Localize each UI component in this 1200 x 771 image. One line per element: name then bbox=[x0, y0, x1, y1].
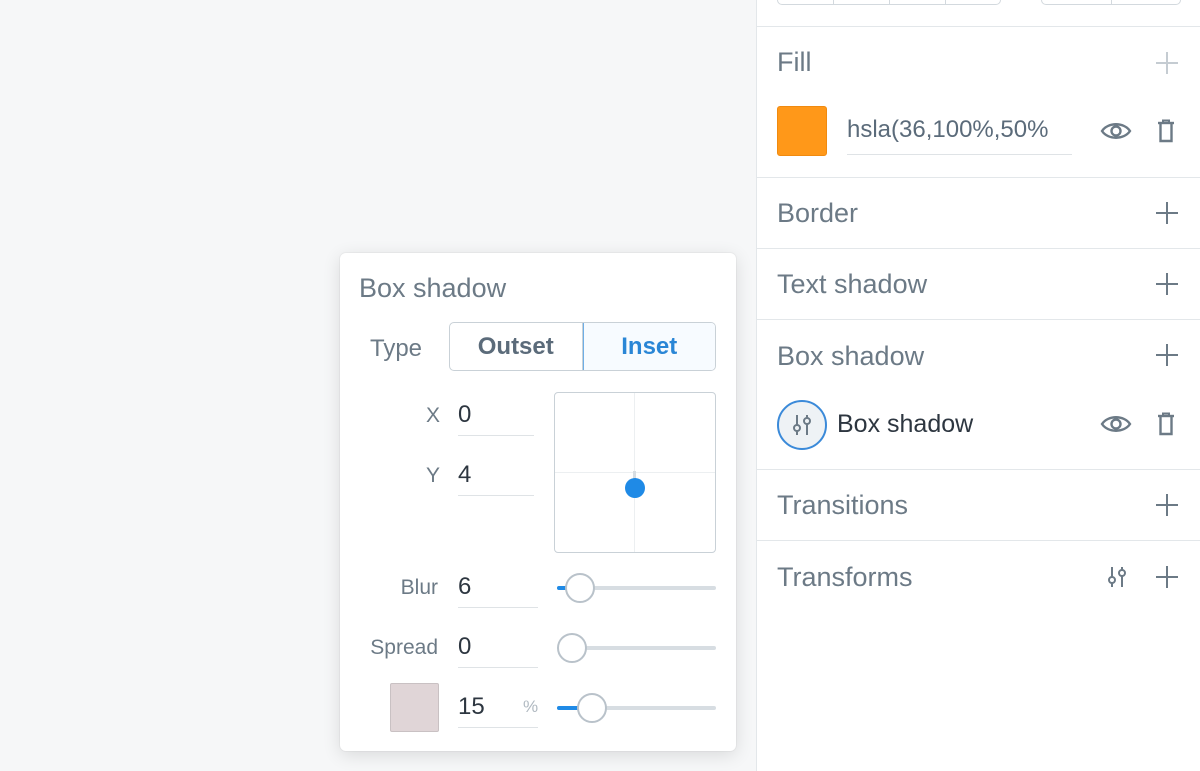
blur-slider[interactable] bbox=[557, 573, 716, 603]
offset-handle[interactable] bbox=[625, 478, 645, 498]
size-segment-control[interactable] bbox=[1041, 0, 1181, 5]
box-shadow-section: Box shadow bbox=[757, 320, 1200, 470]
offset-position-pad[interactable] bbox=[554, 392, 716, 553]
x-label: X bbox=[425, 404, 440, 427]
blur-slider-thumb[interactable] bbox=[565, 573, 595, 603]
add-box-shadow-icon[interactable] bbox=[1155, 343, 1179, 367]
sliders-icon bbox=[793, 415, 811, 435]
type-label: Type bbox=[370, 335, 423, 362]
box-shadow-item-label[interactable]: Box shadow bbox=[837, 410, 973, 439]
spread-slider-thumb[interactable] bbox=[557, 633, 587, 663]
shadow-type-toggle: Outset Inset bbox=[449, 322, 716, 371]
y-label: Y bbox=[425, 464, 440, 487]
box-shadow-visibility-eye-icon[interactable] bbox=[1099, 410, 1133, 438]
top-controls-strip bbox=[757, 0, 1200, 27]
box-shadow-section-title: Box shadow bbox=[777, 341, 925, 371]
transforms-settings-sliders-icon[interactable] bbox=[1100, 563, 1134, 591]
border-section-title: Border bbox=[777, 198, 859, 228]
x-offset-input[interactable]: 0 bbox=[458, 396, 534, 436]
border-section: Border bbox=[757, 178, 1200, 249]
box-shadow-popover: Box shadow Type Outset Inset X 0 Y 4 Blu… bbox=[340, 253, 736, 751]
blur-input[interactable]: 6 bbox=[458, 568, 538, 608]
popover-title: Box shadow bbox=[359, 273, 507, 303]
opacity-slider[interactable] bbox=[557, 693, 716, 723]
box-shadow-delete-trash-icon[interactable] bbox=[1149, 410, 1183, 438]
add-transition-icon[interactable] bbox=[1155, 493, 1179, 517]
transitions-section-title: Transitions bbox=[777, 490, 909, 520]
fill-delete-trash-icon[interactable] bbox=[1149, 117, 1183, 145]
add-fill-icon[interactable] bbox=[1155, 51, 1179, 75]
add-transform-icon[interactable] bbox=[1155, 565, 1179, 589]
transforms-section-title: Transforms bbox=[777, 562, 913, 592]
shadow-color-swatch[interactable] bbox=[390, 683, 439, 732]
inspector-panel: Fill hsla(36,100%,50% Border Text shadow… bbox=[756, 0, 1200, 771]
transforms-section: Transforms bbox=[757, 541, 1200, 612]
text-shadow-section-title: Text shadow bbox=[777, 269, 928, 299]
fill-visibility-eye-icon[interactable] bbox=[1099, 117, 1133, 145]
add-text-shadow-icon[interactable] bbox=[1155, 272, 1179, 296]
fill-color-input[interactable]: hsla(36,100%,50% bbox=[847, 115, 1072, 155]
fill-color-swatch[interactable] bbox=[777, 106, 827, 156]
opacity-unit-label: % bbox=[523, 697, 539, 716]
spread-slider[interactable] bbox=[557, 633, 716, 663]
blur-label: Blur bbox=[400, 576, 438, 599]
spread-input[interactable]: 0 bbox=[458, 628, 538, 668]
transitions-section: Transitions bbox=[757, 470, 1200, 541]
type-inset-button[interactable]: Inset bbox=[582, 323, 715, 370]
spread-label: Spread bbox=[370, 636, 438, 659]
text-shadow-section: Text shadow bbox=[757, 249, 1200, 320]
type-outset-button[interactable]: Outset bbox=[450, 323, 582, 370]
opacity-slider-thumb[interactable] bbox=[577, 693, 607, 723]
box-shadow-settings-button[interactable] bbox=[777, 400, 827, 450]
alignment-segment-control[interactable] bbox=[777, 0, 1001, 5]
y-offset-input[interactable]: 4 bbox=[458, 456, 534, 496]
add-border-icon[interactable] bbox=[1155, 201, 1179, 225]
fill-section-title: Fill bbox=[777, 47, 812, 77]
